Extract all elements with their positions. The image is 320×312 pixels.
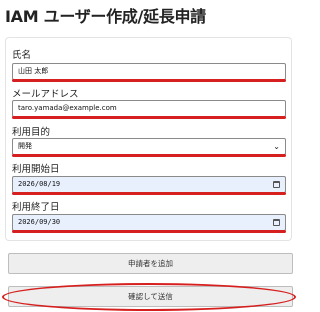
calendar-icon[interactable] [273,181,280,188]
start-date-label: 利用開始日 [12,164,60,175]
page-title: IAM ユーザー作成/延長申請 [5,7,206,26]
confirm-send-button[interactable]: 確認して送信 [8,286,293,307]
purpose-selected-value: 開発 [18,142,32,150]
end-date-annotation-underline [12,230,286,233]
purpose-annotation-underline [12,154,286,157]
email-field[interactable]: taro.yamada@example.com [12,100,286,117]
name-label: 氏名 [12,50,32,61]
end-date-label: 利用終了日 [12,202,60,213]
start-date-annotation-underline [12,192,286,195]
start-date-value: 2026/08/19 [18,180,61,188]
purpose-select[interactable]: 開発 ⌄ [12,138,286,155]
purpose-label: 利用目的 [12,127,51,138]
name-field[interactable]: 山田 太郎 [12,63,286,80]
chevron-down-icon: ⌄ [273,142,280,151]
start-date-field[interactable]: 2026/08/19 [12,176,286,193]
end-date-value: 2026/09/30 [18,218,61,226]
add-applicant-button[interactable]: 申請者を追加 [8,253,293,274]
email-label: メールアドレス [12,89,79,100]
email-annotation-underline [12,116,286,119]
name-annotation-underline [12,79,286,82]
email-value: taro.yamada@example.com [18,104,117,112]
name-value: 山田 太郎 [18,67,49,75]
calendar-icon[interactable] [273,219,280,226]
end-date-field[interactable]: 2026/09/30 [12,214,286,231]
